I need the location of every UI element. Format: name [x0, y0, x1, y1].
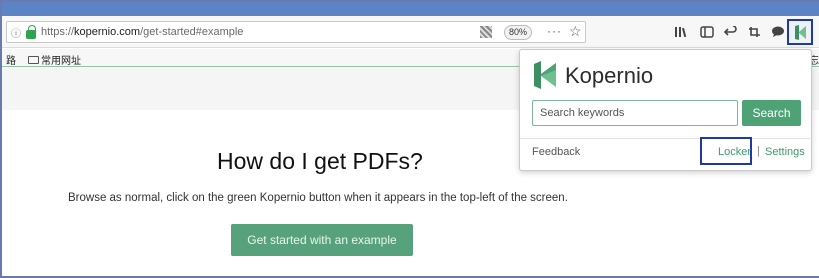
qr-code-icon[interactable] — [480, 26, 492, 38]
kopernio-extension-button[interactable] — [787, 19, 813, 45]
locker-link[interactable]: Locker — [718, 146, 751, 158]
link-separator: | — [757, 145, 760, 157]
folder-icon — [28, 55, 39, 64]
more-actions-icon[interactable]: ··· — [547, 24, 562, 38]
kopernio-popup: Kopernio Search Feedback Locker | Settin… — [519, 49, 813, 171]
sync-icon[interactable] — [748, 26, 762, 38]
back-icon[interactable] — [724, 26, 738, 38]
kopernio-logo-icon — [534, 61, 556, 89]
zoom-level-badge[interactable]: 80% — [504, 25, 532, 40]
bookmark-fragment-left[interactable]: 路 — [6, 52, 16, 67]
browser-window: ⓘ https://kopernio.com/get-started#examp… — [0, 0, 819, 278]
bookmark-folder-label: 常用网址 — [41, 56, 81, 67]
page-instructions: Browse as normal, click on the green Kop… — [68, 192, 568, 204]
search-keywords-input[interactable] — [532, 100, 738, 126]
url-prefix: https:// — [41, 26, 75, 38]
sidebar-icon[interactable] — [700, 26, 714, 38]
info-icon[interactable]: ⓘ — [9, 25, 23, 40]
chat-icon[interactable] — [771, 26, 785, 38]
get-started-button[interactable]: Get started with an example — [231, 224, 413, 256]
url-text[interactable]: https://kopernio.com/get-started#example — [41, 26, 243, 38]
url-path: /get-started#example — [140, 26, 244, 38]
window-top-bar — [2, 2, 819, 16]
search-button[interactable]: Search — [742, 100, 801, 126]
url-domain: kopernio.com — [74, 26, 141, 38]
lock-icon[interactable] — [26, 24, 36, 39]
bookmark-folder[interactable]: 常用网址 — [28, 52, 81, 67]
feedback-link[interactable]: Feedback — [532, 146, 580, 158]
settings-link[interactable]: Settings — [765, 146, 805, 158]
address-bar[interactable]: ⓘ https://kopernio.com/get-started#examp… — [6, 21, 586, 43]
page-heading: How do I get PDFs? — [217, 148, 423, 174]
navigation-toolbar: ⓘ https://kopernio.com/get-started#examp… — [2, 16, 819, 48]
bookmark-star-icon[interactable]: ☆ — [569, 23, 582, 40]
popup-title: Kopernio — [565, 63, 654, 88]
library-icon[interactable] — [674, 26, 688, 38]
popup-divider — [520, 138, 813, 139]
kopernio-logo-icon — [795, 25, 806, 40]
